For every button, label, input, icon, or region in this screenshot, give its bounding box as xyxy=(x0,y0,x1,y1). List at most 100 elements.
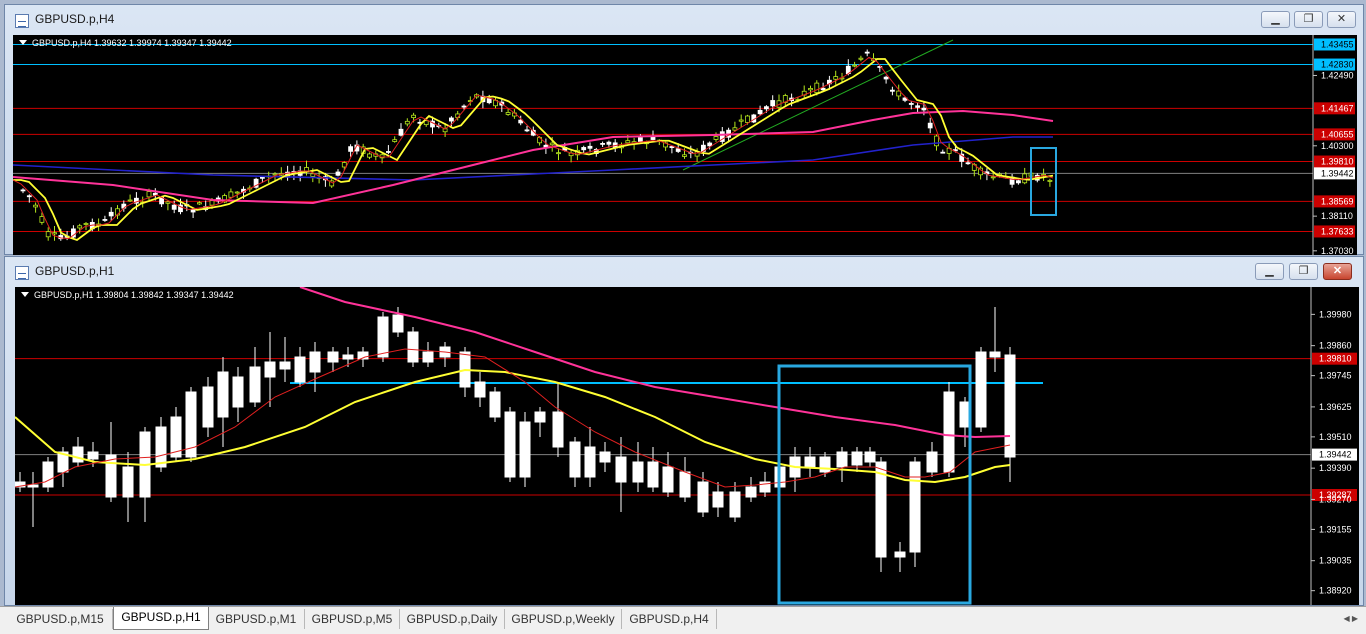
candle-body xyxy=(729,491,741,518)
candle-body xyxy=(908,103,914,105)
candle-body xyxy=(83,223,89,225)
candle-body xyxy=(569,441,581,478)
tab-m5[interactable]: GBPUSD.p,M5 xyxy=(305,609,400,629)
price-tick-label: 1.39810 xyxy=(1319,354,1352,364)
candle-body xyxy=(707,142,713,147)
candle-body xyxy=(448,117,454,122)
candle-body xyxy=(72,446,84,463)
h1-chart-area[interactable]: 1.39980 1.39860 1.39810 1.39745 1.39625 1.395… xyxy=(15,287,1359,605)
h4-chart-area[interactable]: 1.43455 1.42830 1.42490 1.41467 1.40655 1.403… xyxy=(13,35,1357,255)
candle-body xyxy=(171,204,177,210)
candle-body xyxy=(584,446,596,478)
candle-body xyxy=(264,361,276,378)
minimize-button[interactable]: ▁ xyxy=(1261,11,1290,28)
candle-body xyxy=(27,484,39,488)
candle-body xyxy=(489,391,501,418)
ma-slow-line xyxy=(13,109,1054,205)
tab-m15[interactable]: GBPUSD.p,M15 xyxy=(8,609,113,629)
price-tick-label: 1.40655 xyxy=(1321,129,1354,139)
candle-body xyxy=(385,151,391,153)
price-tick-label: 1.39510 xyxy=(1319,432,1352,442)
h1-title-bar[interactable]: GBPUSD.p,H1 ▁ ❐ ✕ xyxy=(5,257,1363,287)
price-tick-label: 1.38569 xyxy=(1321,196,1354,206)
price-tick-label: 1.38920 xyxy=(1319,586,1352,596)
candle-body xyxy=(819,456,831,473)
candle-body xyxy=(965,162,971,165)
price-tick-label: 1.40300 xyxy=(1321,141,1354,151)
h1-chart-window: GBPUSD.p,H1 ▁ ❐ ✕ 1.39980 1.39860 1.39810 1… xyxy=(4,256,1364,606)
candle-body xyxy=(921,107,927,111)
tab-h4[interactable]: GBPUSD.p,H4 xyxy=(622,609,717,629)
restore-button[interactable]: ❐ xyxy=(1289,263,1318,280)
candle-body xyxy=(45,231,51,238)
candle-body xyxy=(228,191,234,198)
minimize-button[interactable]: ▁ xyxy=(1255,263,1284,280)
candle-body xyxy=(556,152,561,155)
candle-body xyxy=(615,456,627,483)
trend-line xyxy=(682,39,954,171)
candle-body xyxy=(341,162,347,168)
candle-body xyxy=(327,351,339,363)
candle-body xyxy=(146,191,152,198)
price-tick-label: 1.41467 xyxy=(1321,103,1354,113)
close-button[interactable]: ✕ xyxy=(1327,11,1356,28)
candle-body xyxy=(202,386,214,428)
candle-body xyxy=(127,199,133,202)
highlight-box xyxy=(777,364,972,605)
candle-body xyxy=(732,127,738,131)
candle-body xyxy=(852,64,857,67)
candle-body xyxy=(52,232,57,235)
candle-body xyxy=(505,112,511,115)
candle-body xyxy=(836,451,848,468)
candle-body xyxy=(808,88,813,91)
candle-body xyxy=(990,176,996,179)
candle-body xyxy=(310,173,316,177)
candle-body xyxy=(745,486,757,498)
candle-body xyxy=(989,351,1001,358)
tab-daily[interactable]: GBPUSD.p,Daily xyxy=(400,609,505,629)
candle-body xyxy=(404,120,410,125)
candle-body xyxy=(122,466,134,498)
candle-body xyxy=(524,129,530,132)
candle-body xyxy=(309,351,321,373)
candle-body xyxy=(232,376,244,408)
dropdown-triangle-icon[interactable] xyxy=(19,40,27,45)
price-tick-label: 1.39810 xyxy=(1321,157,1354,167)
candle-body xyxy=(632,461,644,483)
candle-body xyxy=(217,371,229,418)
close-button[interactable]: ✕ xyxy=(1323,263,1352,280)
candle-body xyxy=(927,122,933,129)
candle-body xyxy=(943,391,955,473)
candle-body xyxy=(474,381,486,398)
price-tick-label: 1.39442 xyxy=(1319,450,1352,460)
candle-body xyxy=(745,115,750,123)
price-tick-label: 1.39442 xyxy=(1321,168,1354,178)
tab-weekly[interactable]: GBPUSD.p,Weekly xyxy=(505,609,622,629)
restore-button[interactable]: ❐ xyxy=(1294,11,1323,28)
candle-body xyxy=(669,146,675,148)
dropdown-triangle-icon[interactable] xyxy=(21,292,29,297)
candle-body xyxy=(486,98,492,104)
chart-window-icon xyxy=(15,266,29,280)
h4-chart-window: GBPUSD.p,H4 ▁ ❐ ✕ 1.43455 1.42830 1.42490 1… xyxy=(4,4,1364,255)
candle-body xyxy=(294,356,306,383)
candle-body xyxy=(259,176,265,179)
tab-scroll-arrows-icon[interactable]: ◀ ▶ xyxy=(1343,614,1358,623)
tab-h1[interactable]: GBPUSD.p,H1 xyxy=(113,607,209,630)
candle-body xyxy=(851,451,863,466)
candle-body xyxy=(581,147,587,151)
candle-body xyxy=(39,216,45,223)
candle-body xyxy=(820,87,826,91)
tab-m1[interactable]: GBPUSD.p,M1 xyxy=(208,609,305,629)
h4-title-bar[interactable]: GBPUSD.p,H4 ▁ ❐ ✕ xyxy=(5,5,1363,35)
candle-body xyxy=(519,421,531,478)
candle-body xyxy=(411,114,417,119)
candle-body xyxy=(1016,180,1021,184)
candle-body xyxy=(909,461,921,553)
candle-body xyxy=(599,451,611,463)
candle-body xyxy=(348,146,354,152)
candle-body xyxy=(367,153,372,158)
candle-body xyxy=(461,105,467,108)
candle-body xyxy=(757,109,763,115)
price-tick-label: 1.38110 xyxy=(1321,211,1353,221)
